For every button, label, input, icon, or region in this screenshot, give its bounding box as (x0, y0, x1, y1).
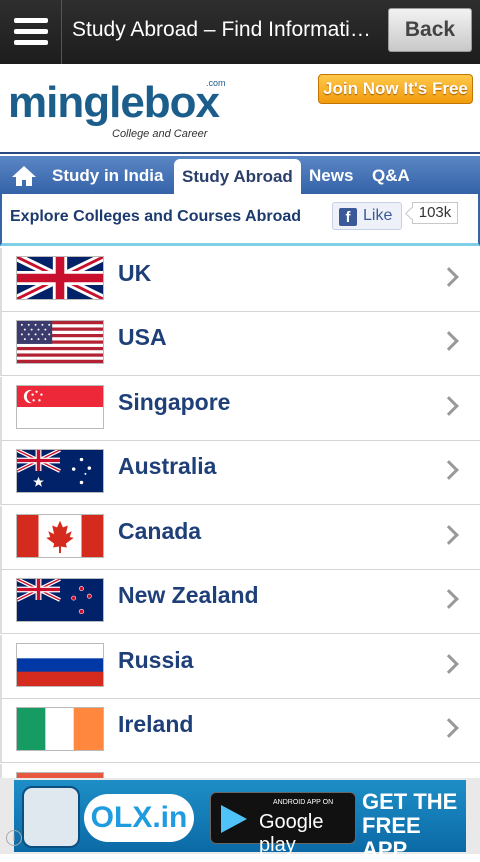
olx-logo: OLX.in (84, 794, 194, 842)
like-count: 103k (412, 202, 458, 224)
page-title: Study Abroad – Find Informatio… (72, 18, 382, 41)
russia-flag-icon (16, 643, 104, 687)
usa-flag-icon (16, 320, 104, 364)
chevron-right-icon (439, 267, 459, 287)
play-icon (221, 805, 247, 833)
logo-text: minglebox (8, 78, 220, 127)
store-big-text: Google play (259, 811, 324, 856)
list-item-partial[interactable] (0, 764, 480, 778)
menu-icon (14, 40, 48, 45)
list-item-australia[interactable]: Australia (0, 441, 480, 505)
tab-study-in-india[interactable]: Study in India (52, 156, 163, 194)
canada-flag-icon (16, 514, 104, 558)
country-name: Canada (118, 518, 202, 544)
like-label: Like (363, 207, 393, 224)
menu-icon (14, 18, 48, 23)
tab-study-abroad[interactable]: Study Abroad (174, 159, 301, 194)
country-name: Australia (118, 453, 217, 479)
robot-mascot-icon (22, 786, 80, 848)
list-item-uk[interactable]: UK (0, 248, 480, 312)
google-play-badge[interactable]: ANDROID APP ON Google play (210, 792, 356, 856)
menu-icon (14, 29, 48, 34)
list-item-singapore[interactable]: Singapore (0, 377, 480, 441)
ad-content[interactable]: OLX.in ANDROID APP ON Google play GET TH… (14, 780, 466, 862)
uk-flag-icon (16, 256, 104, 300)
logo-tagline: College and Career (112, 128, 208, 140)
ireland-flag-icon (16, 707, 104, 751)
minglebox-logo[interactable]: minglebox .com College and Career (8, 78, 228, 144)
ad-banner[interactable]: OLX.in ANDROID APP ON Google play GET TH… (0, 778, 480, 862)
list-item-russia[interactable]: Russia (0, 635, 480, 699)
section-title: Explore Colleges and Courses Abroad (10, 208, 302, 225)
country-name: Singapore (118, 389, 231, 415)
menu-button[interactable] (0, 0, 62, 64)
chevron-right-icon (439, 718, 459, 738)
main-nav: Study in India Study Abroad News Q&A (0, 156, 480, 194)
country-name: New Zealand (118, 582, 259, 608)
chevron-right-icon (439, 460, 459, 480)
action-bar: Study Abroad – Find Informatio… Back (0, 0, 480, 64)
info-icon[interactable]: i (6, 830, 22, 846)
join-now-button[interactable]: Join Now It's Free (318, 74, 473, 104)
home-icon[interactable] (10, 164, 38, 188)
list-item-ireland[interactable]: Ireland (0, 699, 480, 763)
back-button[interactable]: Back (388, 8, 472, 52)
country-name: Ireland (118, 711, 194, 737)
singapore-flag-icon (16, 385, 104, 429)
chevron-right-icon (439, 396, 459, 416)
new-zealand-flag-icon (16, 578, 104, 622)
facebook-like-button[interactable]: f Like (332, 202, 402, 230)
list-item-canada[interactable]: Canada (0, 506, 480, 570)
chevron-right-icon (439, 589, 459, 609)
ad-cta: GET THE FREE APP (362, 789, 458, 862)
country-list: UK USA Singapore Australia Canada New Ze… (0, 248, 480, 778)
list-item-new-zealand[interactable]: New Zealand (0, 570, 480, 634)
australia-flag-icon (16, 449, 104, 493)
chevron-right-icon (439, 331, 459, 351)
chevron-right-icon (439, 525, 459, 545)
country-name: UK (118, 260, 152, 286)
country-name: USA (118, 324, 167, 350)
list-item-usa[interactable]: USA (0, 312, 480, 376)
section-header: Explore Colleges and Courses Abroad f Li… (0, 194, 480, 246)
facebook-icon: f (339, 208, 357, 226)
tab-qa[interactable]: Q&A (372, 156, 410, 194)
logo-com: .com (206, 78, 226, 88)
country-name: Russia (118, 647, 194, 673)
tab-news[interactable]: News (309, 156, 353, 194)
chevron-right-icon (439, 654, 459, 674)
store-small-text: ANDROID APP ON (273, 799, 334, 806)
